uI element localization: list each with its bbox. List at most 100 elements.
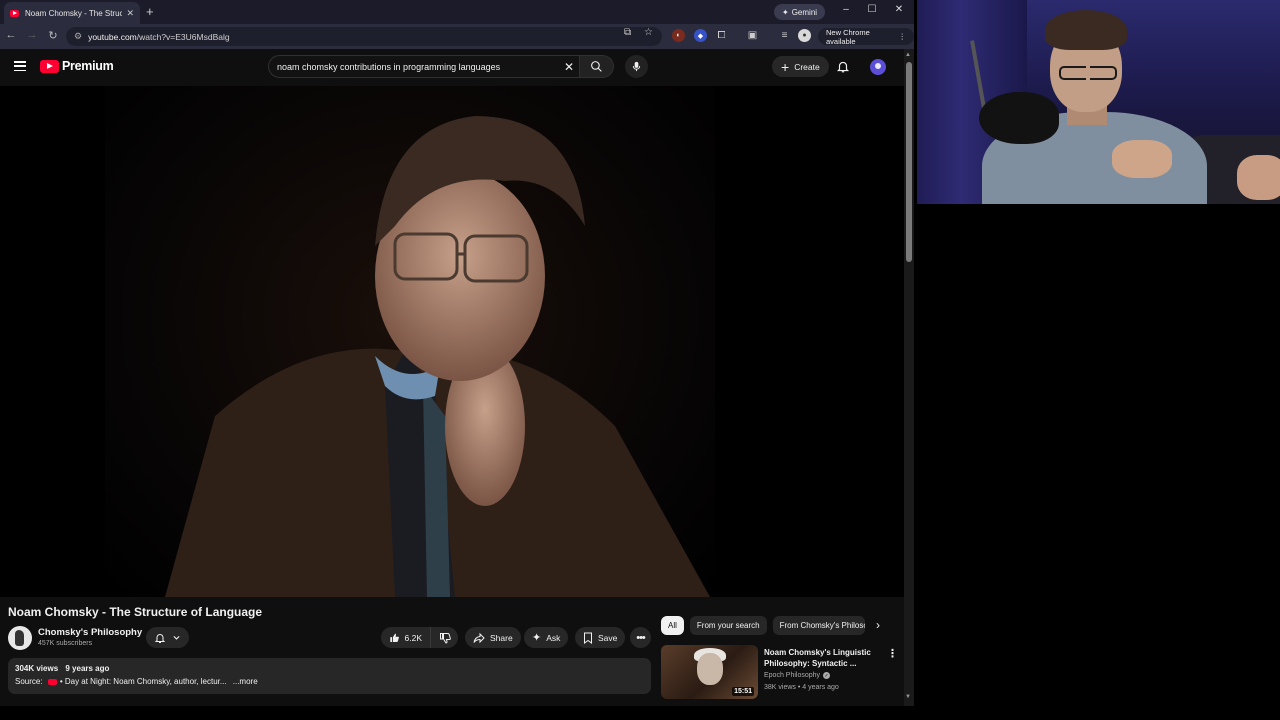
show-more-button[interactable]: ...more — [233, 677, 258, 686]
gemini-button[interactable]: ✦ Gemini — [774, 4, 826, 20]
bookmark-star-icon[interactable]: ☆ — [644, 27, 653, 38]
chevron-down-icon — [173, 635, 180, 640]
youtube-premium-logo[interactable]: Premium — [40, 59, 114, 73]
share-label: Share — [490, 632, 513, 643]
search-icon — [591, 61, 602, 72]
chip-from-channel[interactable]: From Chomsky's Philosophy — [772, 616, 865, 635]
sparkle-icon: ✦ — [532, 632, 542, 644]
verified-check-icon: ✓ — [823, 672, 831, 679]
window-close-button[interactable]: ✕ — [892, 4, 906, 15]
share-button[interactable]: Share — [465, 627, 521, 648]
plus-icon: + — [781, 58, 790, 75]
create-button[interactable]: + Create — [772, 56, 829, 77]
ask-label: Ask — [546, 632, 561, 643]
video-frame — [105, 86, 715, 597]
save-label: Save — [598, 632, 618, 643]
new-chrome-available-button[interactable]: New Chrome available ⋮ — [818, 27, 914, 46]
reload-icon[interactable]: ↻ — [46, 29, 60, 42]
url-text: youtube.com/watch?v=E3U6MsdBalg — [88, 31, 230, 42]
upload-age: 9 years ago — [65, 664, 110, 673]
source-link[interactable]: • Day at Night: Noam Chomsky, author, le… — [60, 677, 227, 686]
microphone-foam — [979, 92, 1059, 144]
subscriber-count: 457K subscribers — [38, 640, 93, 647]
scroll-up-arrow-icon[interactable]: ▲ — [905, 52, 911, 58]
site-info-icon[interactable]: ⚙ — [74, 31, 82, 42]
extensions-puzzle-icon[interactable]: ⧠ — [715, 29, 728, 42]
new-tab-button[interactable]: + — [146, 4, 154, 19]
view-stats: 304K views 9 years ago — [15, 664, 644, 673]
browser-menu-kebab-icon: ⋮ — [898, 32, 907, 41]
microphone-icon — [632, 61, 641, 72]
video-title: Noam Chomsky - The Structure of Language — [8, 605, 263, 619]
recommended-meta: 38K views • 4 years ago — [764, 684, 839, 691]
filter-chips: All From your search From Chomsky's Phil… — [661, 616, 865, 635]
minimize-button[interactable]: – — [839, 4, 853, 15]
maximize-button[interactable]: ☐ — [865, 4, 879, 15]
new-chrome-label: New Chrome available — [826, 27, 870, 46]
tab-strip: Noam Chomsky - The Structure ✕ + ✦ Gemin… — [0, 0, 914, 24]
youtube-play-logo-icon — [40, 59, 59, 73]
video-duration: 15:51 — [732, 687, 754, 696]
dislike-button[interactable] — [431, 627, 458, 648]
recommended-channel[interactable]: Epoch Philosophy ✓ — [764, 672, 831, 679]
video-player[interactable] — [0, 86, 904, 597]
recommended-thumbnail[interactable]: 15:51 — [661, 645, 758, 699]
page-scrollbar-thumb[interactable] — [906, 62, 912, 262]
recommended-video[interactable]: 15:51 Noam Chomsky's Linguistic Philosop… — [661, 645, 901, 699]
brand-label: Premium — [62, 59, 114, 73]
notifications-bell-icon[interactable] — [836, 59, 850, 74]
profile-avatar-icon[interactable]: ● — [798, 29, 811, 42]
recommended-more-kebab-icon[interactable]: ⋮ — [887, 647, 898, 660]
screen: { "browser": { "tab": { "title": "Noam C… — [0, 0, 1280, 720]
scroll-down-arrow-icon[interactable]: ▼ — [905, 694, 911, 700]
recommended-title[interactable]: Noam Chomsky's Linguistic Philosophy: Sy… — [764, 647, 882, 669]
address-bar[interactable]: ⚙ youtube.com/watch?v=E3U6MsdBalg — [66, 27, 662, 46]
chip-all[interactable]: All — [661, 616, 684, 635]
create-label: Create — [794, 61, 820, 72]
gemini-sparkle-icon: ✦ — [782, 7, 789, 17]
voice-search-button[interactable] — [625, 55, 648, 78]
forward-arrow-icon[interactable]: → — [25, 29, 39, 41]
gemini-label: Gemini — [791, 7, 818, 17]
browser-tab-active[interactable]: Noam Chomsky - The Structure ✕ — [4, 2, 140, 24]
chip-from-your-search[interactable]: From your search — [689, 616, 767, 635]
youtube-favicon-icon — [10, 9, 19, 17]
side-panel-icon[interactable]: ▣ — [746, 29, 759, 42]
webcam-feed — [917, 0, 1280, 204]
browser-toolbar: ← → ↻ ⚙ youtube.com/watch?v=E3U6MsdBalg … — [0, 24, 914, 49]
youtube-header: Premium noam chomsky contributions in pr… — [0, 49, 904, 86]
like-count: 6.2K — [404, 632, 423, 643]
source-prefix: Source: — [15, 677, 43, 686]
tab-search-icon[interactable]: ≡ — [778, 29, 791, 42]
share-arrow-icon — [473, 632, 485, 643]
thumbs-down-icon — [439, 632, 451, 644]
install-app-icon[interactable]: ⧉ — [624, 27, 631, 38]
channel-name-link[interactable]: Chomsky's Philosophy — [38, 627, 142, 638]
search-input[interactable]: noam chomsky contributions in programmin… — [268, 55, 580, 78]
search-query-text: noam chomsky contributions in programmin… — [277, 61, 501, 72]
extension-icon-1[interactable]: ◐ — [672, 29, 685, 42]
bookmark-icon — [584, 632, 592, 644]
ask-button[interactable]: ✦ Ask — [524, 627, 569, 648]
channel-avatar[interactable] — [8, 626, 32, 650]
chips-next-arrow-icon[interactable]: › — [876, 618, 880, 632]
account-avatar[interactable] — [870, 59, 886, 75]
hamburger-menu-icon[interactable] — [14, 61, 26, 71]
youtube-mini-icon — [47, 678, 57, 685]
more-actions-button[interactable]: ••• — [630, 627, 651, 648]
tab-close-button[interactable]: ✕ — [126, 8, 134, 19]
thumbs-up-icon — [390, 633, 399, 642]
subscription-notifications-button[interactable] — [146, 627, 189, 648]
clear-search-button[interactable]: ✕ — [559, 60, 579, 74]
back-arrow-icon[interactable]: ← — [4, 29, 18, 41]
browser-window: Noam Chomsky - The Structure ✕ + ✦ Gemin… — [0, 0, 914, 706]
tab-title: Noam Chomsky - The Structure — [25, 8, 123, 18]
save-button[interactable]: Save — [575, 627, 626, 648]
video-content-illustration — [165, 116, 710, 597]
description-source-line: Source: • Day at Night: Noam Chomsky, au… — [15, 677, 644, 686]
description-box[interactable]: 304K views 9 years ago Source: • Day at … — [8, 658, 651, 694]
search-button[interactable] — [580, 55, 614, 78]
bell-icon — [154, 633, 166, 643]
like-button[interactable]: 6.2K — [381, 627, 431, 648]
extension-icon-2[interactable]: ◆ — [694, 29, 707, 42]
